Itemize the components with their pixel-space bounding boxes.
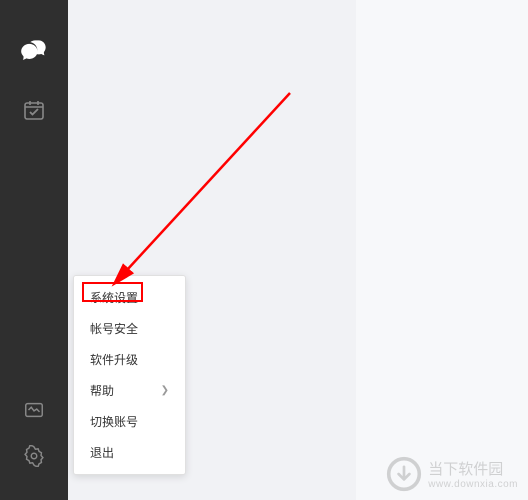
menu-item-label: 切换账号 [90,413,138,430]
menu-item-software-upgrade[interactable]: 软件升级 [74,344,185,375]
menu-item-system-settings[interactable]: 系统设置 [74,282,185,313]
sidebar-bottom [0,396,68,488]
menu-item-label: 帐号安全 [90,320,138,337]
watermark-cn: 当下软件园 [428,458,518,479]
watermark: 当下软件园 www.downxia.com [386,456,518,492]
menu-item-label: 软件升级 [90,351,138,368]
sidebar [0,0,68,500]
calendar-icon[interactable] [20,96,48,124]
watermark-en: www.downxia.com [428,479,518,490]
menu-item-label: 退出 [90,444,114,461]
menu-item-label: 系统设置 [90,289,138,306]
watermark-text: 当下软件园 www.downxia.com [428,458,518,490]
menu-item-help[interactable]: 帮助 ❯ [74,375,185,406]
settings-icon[interactable] [20,442,48,470]
context-menu: 系统设置 帐号安全 软件升级 帮助 ❯ 切换账号 退出 [73,275,186,475]
watermark-logo-icon [386,456,422,492]
menu-item-exit[interactable]: 退出 [74,437,185,468]
chevron-right-icon: ❯ [161,385,169,396]
monitor-icon[interactable] [20,396,48,424]
chat-icon[interactable] [20,38,48,66]
menu-item-account-security[interactable]: 帐号安全 [74,313,185,344]
menu-item-label: 帮助 [90,382,114,399]
menu-item-switch-account[interactable]: 切换账号 [74,406,185,437]
